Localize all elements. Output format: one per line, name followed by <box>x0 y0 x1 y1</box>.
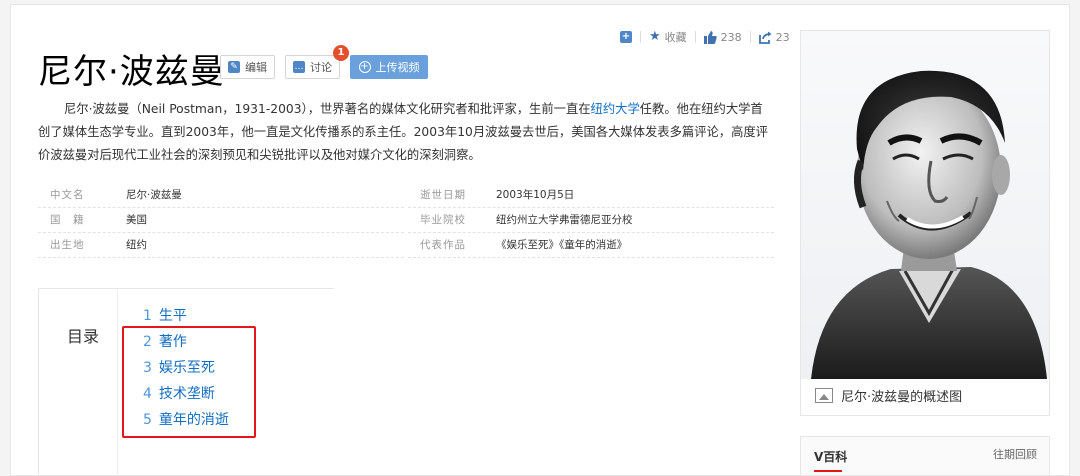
catalog-item-label: 著作 <box>158 334 187 350</box>
page-title: 尼尔·波兹曼 <box>38 52 225 92</box>
lemma-summary: 尼尔·波兹曼（Neil Postman，1931-2003），世界著名的媒体文化… <box>38 98 774 167</box>
info-value: 纽约 <box>126 239 147 251</box>
portrait-caption[interactable]: 尼尔·波兹曼的概述图 <box>815 386 962 405</box>
like-button[interactable]: 238 <box>703 30 742 44</box>
v-baike-card: V百科 往期回顾 <box>800 436 1050 476</box>
past-issues-link[interactable]: 往期回顾 <box>993 446 1037 462</box>
info-value: 尼尔·波兹曼 <box>126 189 182 201</box>
catalog-item-number: 2 <box>143 334 152 350</box>
edit-button[interactable]: ✎ 编辑 <box>220 55 275 79</box>
pencil-icon: ✎ <box>228 61 240 73</box>
info-cell: 中文名 尼尔·波兹曼 <box>38 183 404 208</box>
info-cell: 逝世日期 2003年10月5日 <box>408 183 774 208</box>
info-name: 中文名 <box>50 189 85 201</box>
catalog-item-label: 生平 <box>158 308 187 324</box>
upload-video-button[interactable]: + 上传视频 <box>350 55 428 79</box>
info-value: 美国 <box>126 214 147 226</box>
like-count: 238 <box>720 30 742 44</box>
info-row: 出生地 纽约 代表作品 《娱乐至死》《童年的消逝》 <box>38 233 774 258</box>
plus-square-icon: + <box>620 31 632 43</box>
info-name: 出生地 <box>50 239 85 251</box>
catalog-list: 1 生平 2 著作 3 娱乐至死 4 技术垄断 5 童年的消逝 <box>143 303 229 433</box>
title-underline <box>814 470 842 472</box>
add-button[interactable]: + <box>620 31 632 43</box>
info-value: 2003年10月5日 <box>496 189 575 201</box>
picture-icon <box>815 388 833 403</box>
basic-info-table: 中文名 尼尔·波兹曼 逝世日期 2003年10月5日 国 籍 美国 毕业院校 纽… <box>38 183 774 258</box>
catalog-item-technopoly[interactable]: 4 技术垄断 <box>143 381 229 407</box>
collect-label: 收藏 <box>664 31 687 44</box>
info-value: 纽约州立大学弗雷德尼亚分校 <box>496 214 633 226</box>
catalog-item-number: 5 <box>143 412 152 428</box>
nyu-link[interactable]: 纽约大学 <box>591 102 640 116</box>
catalog-item-label: 技术垄断 <box>158 386 215 402</box>
catalog-panel: 目录 1 生平 2 著作 3 娱乐至死 4 技术垄断 5 童年的消逝 <box>38 288 334 476</box>
portrait-caption-text: 尼尔·波兹曼的概述图 <box>841 390 963 405</box>
catalog-title: 目录 <box>67 327 100 346</box>
plus-circle-icon: + <box>358 61 371 73</box>
info-cell: 出生地 纽约 <box>38 233 404 258</box>
discuss-button[interactable]: … 讨论 <box>285 55 340 79</box>
action-toolbar: + ★ 收藏 238 23 <box>620 28 790 46</box>
thumbs-up-icon <box>703 30 717 44</box>
summary-pic-card[interactable]: 尼尔·波兹曼的概述图 <box>800 30 1050 416</box>
catalog-item-number: 1 <box>143 308 152 324</box>
discuss-label: 讨论 <box>310 61 332 74</box>
catalog-item-number: 3 <box>143 360 152 376</box>
divider <box>694 31 696 43</box>
share-count: 23 <box>775 30 790 44</box>
v-baike-title: V百科 <box>814 450 848 464</box>
divider <box>117 289 118 476</box>
info-name: 国 籍 <box>50 214 85 226</box>
catalog-item-label: 娱乐至死 <box>158 360 215 376</box>
catalog-item-works[interactable]: 2 著作 <box>143 329 229 355</box>
portrait-image[interactable] <box>801 31 1049 379</box>
share-button[interactable]: 23 <box>758 30 790 44</box>
info-name: 逝世日期 <box>420 189 466 201</box>
info-cell: 毕业院校 纽约州立大学弗雷德尼亚分校 <box>408 208 774 233</box>
catalog-item-number: 4 <box>143 386 152 402</box>
edit-label: 编辑 <box>245 61 267 74</box>
chat-bubble-icon: … <box>293 61 305 73</box>
catalog-item-amusing-ourselves[interactable]: 3 娱乐至死 <box>143 355 229 381</box>
info-cell: 代表作品 《娱乐至死》《童年的消逝》 <box>408 233 774 258</box>
info-name: 毕业院校 <box>420 214 466 226</box>
discuss-count-badge: 1 <box>333 45 349 61</box>
divider <box>640 31 641 43</box>
info-row: 中文名 尼尔·波兹曼 逝世日期 2003年10月5日 <box>38 183 774 208</box>
divider <box>749 31 751 43</box>
upload-label: 上传视频 <box>375 61 420 74</box>
info-cell: 国 籍 美国 <box>38 208 404 233</box>
summary-text-1: 尼尔·波兹曼（Neil Postman，1931-2003），世界著名的媒体文化… <box>64 102 591 116</box>
catalog-item-disappearance-childhood[interactable]: 5 童年的消逝 <box>143 407 229 433</box>
catalog-item-label: 童年的消逝 <box>158 412 229 428</box>
info-row: 国 籍 美国 毕业院校 纽约州立大学弗雷德尼亚分校 <box>38 208 774 233</box>
catalog-item-career[interactable]: 1 生平 <box>143 303 229 329</box>
star-icon: ★ <box>649 29 661 44</box>
share-icon <box>758 31 772 44</box>
collect-button[interactable]: ★ 收藏 <box>649 29 687 45</box>
info-value: 《娱乐至死》《童年的消逝》 <box>496 239 628 251</box>
info-name: 代表作品 <box>420 239 466 251</box>
portrait-sketch <box>811 70 1047 379</box>
